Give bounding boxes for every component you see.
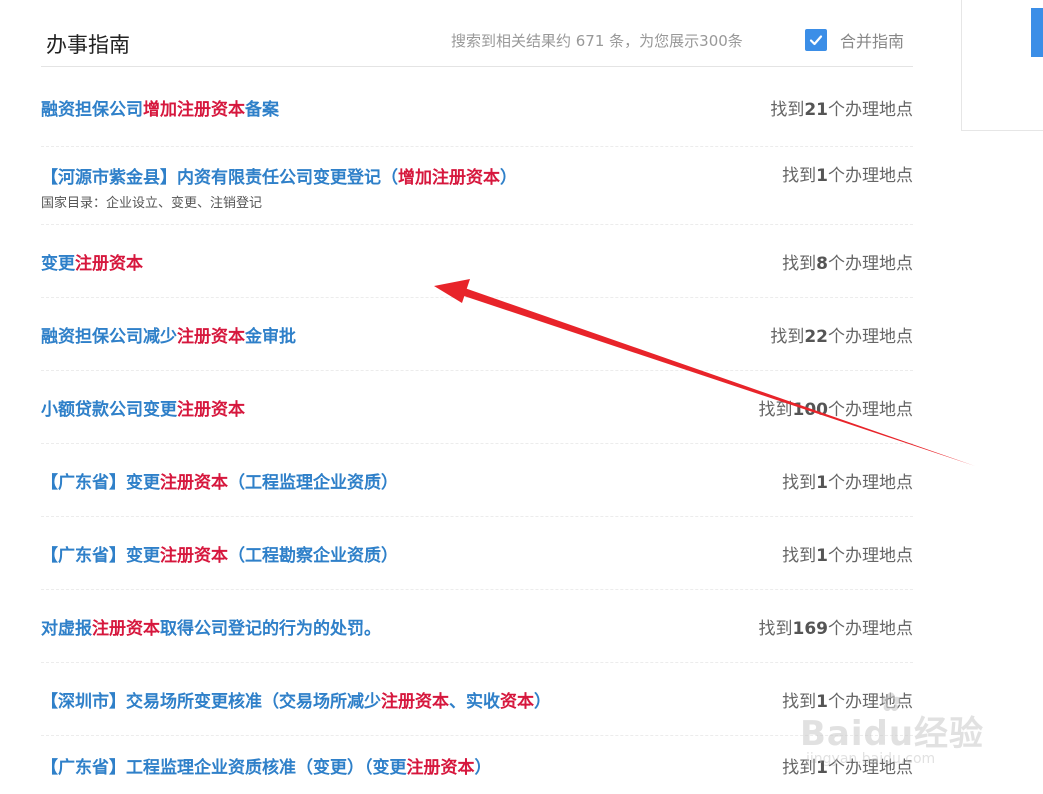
result-title-link[interactable]: 变更注册资本	[41, 249, 143, 274]
result-title-link[interactable]: 【广东省】变更注册资本（工程勘察企业资质）	[41, 541, 398, 566]
count-suffix: 个办理地点	[828, 254, 913, 274]
highlight-keyword: 注册资本	[92, 619, 160, 639]
count-suffix: 个办理地点	[828, 166, 913, 186]
paw-icon: ✿	[880, 688, 902, 718]
result-row[interactable]: 【广东省】变更注册资本（工程监理企业资质） 找到1个办理地点	[41, 443, 913, 517]
watermark: ✿ Baidu经验 jingyan.baidu.com	[800, 688, 984, 767]
highlight-keyword: 注册资本	[160, 473, 228, 493]
location-count[interactable]: 找到1个办理地点	[782, 468, 913, 493]
location-count[interactable]: 找到22个办理地点	[770, 322, 913, 347]
title-text: 【深圳市】交易场所变更核准（交易场所减少	[41, 692, 381, 712]
count-number: 22	[804, 327, 828, 347]
title-text: 金审批	[245, 327, 296, 347]
title-text: 备案	[245, 100, 279, 120]
count-suffix: 个办理地点	[828, 400, 913, 420]
title-text: ）	[474, 758, 492, 778]
merge-toggle[interactable]: 合并指南	[805, 28, 904, 52]
result-title-link[interactable]: 【广东省】变更注册资本（工程监理企业资质）	[41, 468, 398, 493]
title-text: （工程监理企业资质）	[228, 473, 398, 493]
result-row[interactable]: 【广东省】工程监理企业资质核准（变更）（变更注册资本） 找到1个办理地点	[41, 735, 913, 794]
highlight-keyword: 增加注册资本	[143, 100, 245, 120]
count-prefix: 找到	[782, 254, 817, 274]
result-title-link[interactable]: 融资担保公司增加注册资本备案	[41, 95, 279, 120]
count-suffix: 个办理地点	[828, 473, 913, 493]
title-text: 小额贷款公司变更	[41, 400, 177, 420]
highlight-keyword: 注册资本	[406, 758, 475, 778]
location-count[interactable]: 找到1个办理地点	[782, 541, 913, 566]
panel-header: 办事指南 搜索到相关结果约 671 条，为您展示300条 合并指南	[41, 0, 913, 67]
count-number: 8	[816, 254, 828, 274]
title-text: 融资担保公司	[41, 100, 143, 120]
check-icon	[809, 35, 823, 46]
count-suffix: 个办理地点	[828, 100, 913, 120]
count-number: 21	[804, 100, 828, 120]
result-summary: 搜索到相关结果约 671 条，为您展示300条	[451, 32, 743, 50]
result-row[interactable]: 变更注册资本 找到8个办理地点	[41, 224, 913, 298]
title-text: （工程勘察企业资质）	[228, 546, 398, 566]
title-text: 对虚报	[41, 619, 92, 639]
result-category: 国家目录：企业设立、变更、注销登记	[41, 196, 263, 211]
result-row[interactable]: 融资担保公司增加注册资本备案 找到21个办理地点	[41, 67, 913, 147]
count-suffix: 个办理地点	[828, 327, 913, 347]
title-text: ）	[500, 168, 517, 188]
result-row[interactable]: 【广东省】变更注册资本（工程勘察企业资质） 找到1个办理地点	[41, 516, 913, 590]
highlight-keyword: 资本	[500, 692, 534, 712]
result-title-link[interactable]: 【深圳市】交易场所变更核准（交易场所减少注册资本、实收资本）	[41, 687, 551, 712]
title-text: 【广东省】工程监理企业资质核准（变更）（变更	[41, 758, 407, 778]
title-text: 取得公司登记的行为的处罚。	[160, 619, 381, 639]
count-suffix: 个办理地点	[828, 619, 913, 639]
result-title-link[interactable]: 【广东省】工程监理企业资质核准（变更）（变更注册资本）	[41, 753, 492, 778]
count-prefix: 找到	[782, 166, 817, 186]
result-title-link[interactable]: 对虚报注册资本取得公司登记的行为的处罚。	[41, 614, 381, 639]
page-title: 办事指南	[46, 33, 130, 57]
highlight-keyword: 注册资本	[160, 546, 228, 566]
count-number: 1	[816, 166, 828, 186]
highlight-keyword: 注册资本	[177, 400, 245, 420]
highlight-keyword: 注册资本	[75, 254, 143, 274]
result-row[interactable]: 【河源市紫金县】内资有限责任公司变更登记（增加注册资本） 国家目录：企业设立、变更…	[41, 146, 913, 225]
highlight-keyword: 注册资本	[381, 692, 449, 712]
count-number: 1	[816, 546, 828, 566]
guide-panel: 办事指南 搜索到相关结果约 671 条，为您展示300条 合并指南 融资担保公司…	[41, 0, 913, 778]
highlight-keyword: 增加注册资本	[398, 168, 500, 188]
count-number: 100	[792, 400, 829, 420]
title-text: 【广东省】变更	[41, 473, 160, 493]
result-row[interactable]: 对虚报注册资本取得公司登记的行为的处罚。 找到169个办理地点	[41, 589, 913, 663]
title-text: ）	[534, 692, 551, 712]
result-title-link[interactable]: 【河源市紫金县】内资有限责任公司变更登记（增加注册资本）	[41, 163, 517, 188]
location-count[interactable]: 找到21个办理地点	[770, 95, 913, 120]
result-row[interactable]: 融资担保公司减少注册资本金审批 找到22个办理地点	[41, 297, 913, 371]
title-text: 、实收	[449, 692, 500, 712]
count-prefix: 找到	[770, 100, 805, 120]
result-title-link[interactable]: 融资担保公司减少注册资本金审批	[41, 322, 296, 347]
title-text: 变更	[41, 254, 75, 274]
result-title-link[interactable]: 小额贷款公司变更注册资本	[41, 395, 245, 420]
title-text: 【广东省】变更	[41, 546, 160, 566]
result-row[interactable]: 小额贷款公司变更注册资本 找到100个办理地点	[41, 370, 913, 444]
count-prefix: 找到	[782, 473, 817, 493]
title-text: 【河源市紫金县】内资有限责任公司变更登记（	[41, 168, 398, 188]
count-prefix: 找到	[770, 327, 805, 347]
count-suffix: 个办理地点	[828, 546, 913, 566]
count-prefix: 找到	[782, 546, 817, 566]
title-text: 融资担保公司减少	[41, 327, 177, 347]
location-count[interactable]: 找到1个办理地点	[782, 161, 913, 186]
location-count[interactable]: 找到100个办理地点	[759, 395, 914, 420]
location-count[interactable]: 找到169个办理地点	[759, 614, 914, 639]
highlight-keyword: 注册资本	[177, 327, 245, 347]
count-prefix: 找到	[758, 400, 793, 420]
result-row[interactable]: 【深圳市】交易场所变更核准（交易场所减少注册资本、实收资本） 找到1个办理地点	[41, 662, 913, 736]
side-accent-bar[interactable]	[1031, 8, 1043, 57]
count-number: 169	[792, 619, 829, 639]
location-count[interactable]: 找到8个办理地点	[782, 249, 913, 274]
count-number: 1	[816, 473, 828, 493]
merge-label: 合并指南	[840, 32, 905, 51]
count-prefix: 找到	[758, 619, 793, 639]
merge-checkbox[interactable]	[805, 29, 827, 51]
